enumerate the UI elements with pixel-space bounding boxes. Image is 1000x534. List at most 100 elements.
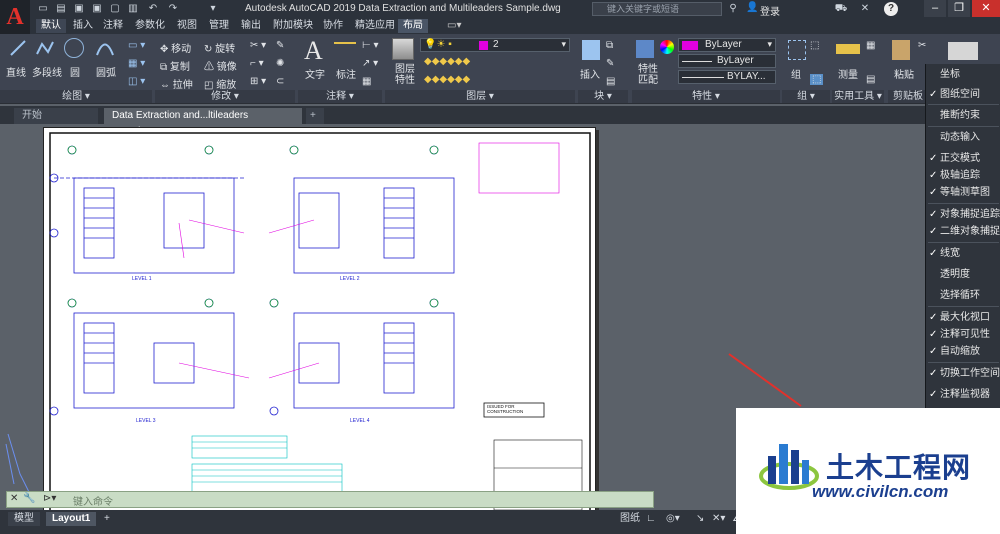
fillet-icon[interactable]: ⌐ ▾ [250, 58, 264, 69]
edit-block-icon[interactable]: ✎ [606, 58, 614, 69]
polyline-button[interactable]: 多段线 [32, 64, 62, 79]
copy-button[interactable]: ⧉ 复制 [160, 58, 190, 73]
table-icon[interactable]: ▦ [362, 76, 371, 87]
menu-item[interactable]: 切换工作空间 [926, 365, 1000, 382]
tab-layout1[interactable]: Layout1 [46, 512, 97, 526]
menu-item[interactable]: 选择循环 [926, 287, 1000, 304]
layer-tools-row2-icon[interactable]: ◆◆◆◆◆◆ [424, 74, 470, 85]
panel-properties[interactable]: 特性 ▾ [632, 90, 780, 103]
help-icon[interactable]: ? [884, 2, 898, 16]
new-tab-button[interactable]: + [306, 108, 324, 124]
search-input[interactable]: 键入关键字或短语 [592, 2, 722, 16]
menu-item[interactable]: 透明度 [926, 266, 1000, 283]
panel-clipboard[interactable]: 剪贴板 [888, 90, 928, 103]
arc-button[interactable]: 圆弧 [96, 64, 116, 79]
linear-dim-icon[interactable]: ⊢ ▾ [362, 40, 379, 51]
menu-item[interactable]: 注释监视器 [926, 386, 1000, 403]
menu-item[interactable]: 图纸空间 [926, 86, 1000, 103]
saveas-icon[interactable]: ▣ [90, 2, 104, 15]
id-point-icon[interactable]: ▤ [866, 74, 875, 85]
layer-tools-row1-icon[interactable]: ◆◆◆◆◆◆ [424, 56, 470, 67]
qat-dropdown-icon[interactable]: ▾ [206, 2, 220, 15]
tab-addins[interactable]: 附加模块 [268, 19, 318, 33]
explode-icon[interactable]: ✺ [276, 58, 284, 69]
panel-utilities[interactable]: 实用工具 ▾ [832, 90, 884, 103]
panel-annotation[interactable]: 注释 ▾ [298, 90, 382, 103]
menu-item[interactable]: 对象捕捉追踪 [926, 206, 1000, 223]
tab-drawing[interactable]: Data Extraction and...ltileaders Sample*… [104, 108, 302, 137]
menu-item[interactable]: 正交模式 [926, 150, 1000, 167]
application-menu-button[interactable]: A [0, 0, 30, 34]
group-select-icon[interactable]: ⬚ [810, 74, 824, 85]
menu-item[interactable]: 极轴追踪 [926, 167, 1000, 184]
tab-collaborate[interactable]: 协作 [318, 19, 348, 33]
menu-item[interactable]: 自动缩放 [926, 343, 1000, 360]
tab-layout[interactable]: 布局 [398, 19, 428, 33]
create-block-icon[interactable]: ⧉ [606, 40, 613, 51]
mirror-button[interactable]: ⚠ 镜像 [204, 58, 237, 73]
add-layout-button[interactable]: + [98, 512, 116, 526]
panel-groups[interactable]: 组 ▾ [782, 90, 830, 103]
ungroup-icon[interactable]: ⬚ [810, 40, 819, 51]
lineweight-dropdown[interactable]: BYLAY... [678, 70, 776, 84]
cart-icon[interactable]: ⛟ [834, 2, 848, 15]
leader-icon[interactable]: ↗ ▾ [362, 58, 378, 69]
panel-draw[interactable]: 绘图 ▾ [0, 90, 152, 103]
dimension-button[interactable]: 标注 [336, 66, 356, 81]
measure-button[interactable]: 测量 [838, 66, 858, 81]
layout-paper[interactable]: LEVEL 1 LEVEL 2 LEVEL 3 LEVEL 4 ISSUED F… [43, 127, 596, 517]
ribbon-options-icon[interactable]: ▭▾ [442, 19, 466, 33]
open-icon[interactable]: ▤ [54, 2, 68, 15]
calculator-icon[interactable]: ▦ [866, 40, 875, 51]
login-link[interactable]: 登录 [760, 3, 780, 18]
exchange-icon[interactable]: ✕ [858, 2, 872, 15]
move-button[interactable]: ✥ 移动 [160, 40, 191, 55]
hatch-icon[interactable]: ▦ ▾ [128, 58, 145, 69]
tab-view[interactable]: 视图 [172, 19, 202, 33]
array-icon[interactable]: ⊞ ▾ [250, 76, 266, 87]
save-icon[interactable]: ▣ [72, 2, 86, 15]
menu-item[interactable]: 二维对象捕捉 [926, 223, 1000, 240]
group-button[interactable]: 组 [791, 66, 801, 81]
ortho-icon[interactable]: ∟ [640, 512, 662, 526]
tab-annotate[interactable]: 注释 [98, 19, 128, 33]
close-button[interactable]: ✕ [972, 0, 1000, 17]
layer-properties-button[interactable]: 图层 特性 [395, 64, 415, 86]
color-dropdown[interactable]: ByLayer ▾ [678, 38, 776, 52]
layer-dropdown[interactable]: 💡☀ ▪ 2 ▾ [420, 38, 570, 52]
offset-icon[interactable]: ⊂ [276, 76, 284, 87]
tab-parametric[interactable]: 参数化 [130, 19, 170, 33]
boundary-icon[interactable]: ◫ ▾ [128, 76, 145, 87]
paste-button[interactable]: 粘贴 [894, 66, 914, 81]
binoculars-icon[interactable]: ⚲ [726, 2, 740, 15]
scale-button[interactable]: ◰ 缩放 [204, 76, 236, 91]
text-button[interactable]: 文字 [305, 66, 325, 81]
user-icon[interactable]: 👤 [746, 2, 758, 13]
recent-commands-icon[interactable]: ⊳▾ [43, 493, 56, 504]
print-icon[interactable]: ▥ [126, 2, 140, 15]
tab-featured-apps[interactable]: 精选应用 [350, 19, 400, 33]
cloud-icon[interactable]: ▢ [108, 2, 122, 15]
insert-button[interactable]: 插入 [580, 66, 600, 81]
tab-default[interactable]: 默认 [36, 19, 66, 33]
new-icon[interactable]: ▭ [36, 2, 50, 15]
minimize-button[interactable]: – [924, 0, 946, 17]
line-button[interactable]: 直线 [6, 64, 26, 79]
undo-icon[interactable]: ↶ [146, 2, 160, 15]
trim-icon[interactable]: ✂ ▾ [250, 40, 266, 51]
panel-block[interactable]: 块 ▾ [578, 90, 628, 103]
menu-item[interactable]: 最大化视口 [926, 309, 1000, 326]
menu-item[interactable]: 注释可见性 [926, 326, 1000, 343]
cut-icon[interactable]: ✂ [918, 40, 926, 51]
panel-layers[interactable]: 图层 ▾ [385, 90, 575, 103]
menu-item[interactable]: 线宽 [926, 245, 1000, 262]
tab-output[interactable]: 输出 [236, 19, 266, 33]
stretch-button[interactable]: ⇔ 拉伸 [160, 76, 193, 91]
menu-item[interactable]: 动态输入 [926, 129, 1000, 146]
attribute-icon[interactable]: ▤ [606, 76, 615, 87]
redo-icon[interactable]: ↷ [166, 2, 180, 15]
menu-item[interactable]: 等轴测草图 [926, 184, 1000, 201]
tab-insert[interactable]: 插入 [68, 19, 98, 33]
command-input[interactable]: 键入命令 [73, 493, 113, 508]
rotate-button[interactable]: ↻ 旋转 [204, 40, 235, 55]
